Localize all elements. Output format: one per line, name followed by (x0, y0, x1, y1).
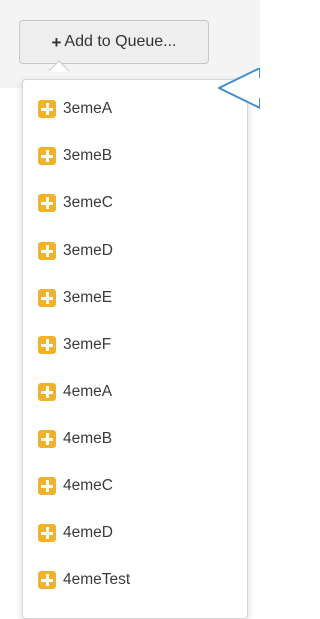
queue-item-3emeF[interactable]: 3emeF (38, 332, 111, 358)
plus-square-icon (38, 383, 56, 401)
plus-square-icon (38, 289, 56, 307)
plus-square-icon (38, 147, 56, 165)
queue-item-label: 3emeF (63, 336, 112, 353)
plus-square-icon (38, 194, 56, 212)
plus-square-icon (38, 477, 56, 495)
queue-item-4emeC[interactable]: 4emeC (38, 473, 113, 499)
queue-item-4emeD[interactable]: 4emeD (38, 520, 113, 546)
queue-item-label: 4emeB (63, 430, 113, 447)
queue-item-3emeD[interactable]: 3emeD (38, 238, 113, 264)
queue-item-label: 3emeE (63, 289, 113, 306)
plus-square-icon (38, 100, 56, 118)
queue-item-4emeB[interactable]: 4emeB (38, 426, 112, 452)
queue-item-label: 4emeA (63, 383, 113, 400)
queue-item-label: 3emeD (63, 242, 113, 259)
add-to-queue-label: Add to Queue... (64, 33, 177, 50)
queue-item-3emeB[interactable]: 3emeB (38, 143, 112, 169)
dropdown-caret-fill (49, 62, 69, 72)
queue-dropdown-menu: 3emeA 3emeB 3emeC 3emeD 3emeE 3emeF 4eme… (22, 79, 248, 619)
queue-item-label: 4emeC (63, 477, 113, 494)
add-to-queue-button[interactable]: + Add to Queue... (19, 20, 209, 64)
queue-item-3emeE[interactable]: 3emeE (38, 285, 112, 311)
queue-item-3emeA[interactable]: 3emeA (38, 96, 112, 122)
plus-square-icon (38, 242, 56, 260)
queue-item-label: 4emeTest (63, 571, 131, 588)
queue-item-label: 3emeB (63, 147, 113, 164)
callout-arrow-icon (218, 68, 260, 110)
queue-item-label: 4emeD (63, 524, 113, 541)
queue-item-3emeC[interactable]: 3emeC (38, 190, 113, 216)
queue-item-4emeTest[interactable]: 4emeTest (38, 567, 130, 593)
plus-icon: + (51, 32, 62, 52)
queue-item-label: 3emeC (63, 194, 113, 211)
queue-item-4emeA[interactable]: 4emeA (38, 379, 112, 405)
plus-square-icon (38, 430, 56, 448)
queue-item-label: 3emeA (63, 100, 113, 117)
plus-square-icon (38, 524, 56, 542)
plus-square-icon (38, 571, 56, 589)
plus-square-icon (38, 336, 56, 354)
